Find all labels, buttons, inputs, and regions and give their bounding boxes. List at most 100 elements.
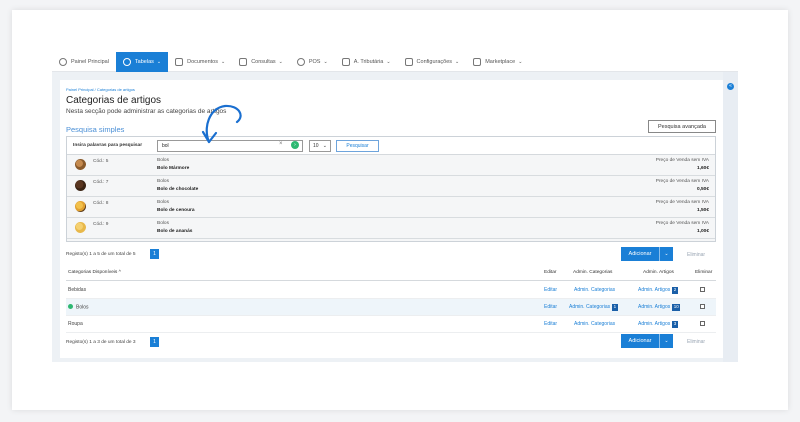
result-price-label: Preço de Venda sem IVA bbox=[655, 158, 709, 163]
result-category: Bolos bbox=[157, 179, 169, 184]
cake-thumbnail bbox=[75, 201, 86, 212]
advanced-search-button[interactable]: Pesquisa avançada bbox=[648, 120, 716, 133]
search-result[interactable]: Cód.: 9 Bolos Bolo de ananás Preço de Ve… bbox=[67, 218, 715, 239]
result-price-label: Preço de Venda sem IVA bbox=[655, 200, 709, 205]
go-arrow-icon[interactable]: › bbox=[291, 141, 299, 149]
nav-label: Documentos bbox=[187, 58, 218, 65]
breadcrumb[interactable]: Painel Principal / Categorias de artigos bbox=[66, 87, 135, 92]
admin-categories-link[interactable]: Admin. Categorias bbox=[574, 321, 615, 327]
count-badge: 10 bbox=[672, 304, 681, 311]
results-count-select[interactable]: 10 ⌄ bbox=[309, 140, 331, 152]
edit-link[interactable]: Editar bbox=[544, 321, 557, 327]
search-button[interactable]: Pesquisar bbox=[336, 140, 379, 152]
search-label: Insira palavras para pesquisar bbox=[73, 143, 143, 148]
result-name: Bolo de ananás bbox=[157, 229, 193, 234]
cake-thumbnail bbox=[75, 159, 86, 170]
admin-categories-link[interactable]: Admin. Categorias bbox=[574, 287, 615, 293]
annotation-arrow-icon bbox=[201, 104, 242, 144]
delete-checkbox[interactable] bbox=[700, 321, 705, 326]
sliders-icon bbox=[404, 57, 413, 66]
admin-articles-label: Admin. Artigos bbox=[638, 321, 671, 327]
column-header-admin-articles: Admin. Artigos bbox=[643, 270, 674, 275]
result-code: Cód.: 9 bbox=[93, 222, 109, 227]
result-price: 0,50€ bbox=[696, 187, 709, 192]
result-code: Cód.: 8 bbox=[93, 201, 109, 206]
count-badge: 2 bbox=[672, 287, 678, 294]
users-icon bbox=[122, 57, 131, 66]
delete-checkbox[interactable] bbox=[700, 304, 705, 309]
records-info-top: Registo(s) 1 a 5 de um total de 5 bbox=[66, 252, 136, 257]
nav-a-tributaria[interactable]: A. Tributária ⌄ bbox=[335, 52, 398, 72]
result-name: Bolo Mármore bbox=[157, 166, 190, 171]
nav-pos[interactable]: POS ⌄ bbox=[290, 52, 335, 72]
delete-button[interactable]: Eliminar bbox=[687, 252, 705, 258]
divider bbox=[66, 280, 716, 281]
result-name: Bolo de chocolate bbox=[157, 187, 199, 192]
results-count-value: 10 bbox=[313, 143, 319, 149]
nav-tabelas[interactable]: Tabelas ⌄ bbox=[115, 51, 169, 72]
network-icon bbox=[341, 57, 350, 66]
nav-documentos[interactable]: Documentos ⌄ bbox=[168, 52, 232, 72]
column-header-delete: Eliminar bbox=[695, 270, 713, 275]
admin-articles-link[interactable]: Admin. Artigos 2 bbox=[638, 287, 678, 294]
admin-articles-link[interactable]: Admin. Artigos 3 bbox=[638, 321, 678, 328]
page-button[interactable]: 1 bbox=[150, 337, 159, 347]
search-box: Insira palavras para pesquisar bol × › 1… bbox=[66, 136, 716, 242]
page-button[interactable]: 1 bbox=[150, 249, 159, 259]
main-navbar: Painel Principal Tabelas ⌄ Documentos ⌄ … bbox=[52, 51, 738, 72]
page-title: Categorias de artigos bbox=[66, 95, 162, 106]
add-button-label: Adicionar bbox=[628, 338, 652, 344]
table-row[interactable]: Roupa Editar Admin. Categorias Admin. Ar… bbox=[66, 316, 716, 333]
nav-marketplace[interactable]: Marketplace ⌄ bbox=[466, 52, 529, 72]
cake-thumbnail bbox=[75, 222, 86, 233]
delete-button[interactable]: Eliminar bbox=[687, 339, 705, 345]
nav-label: POS bbox=[308, 58, 321, 65]
category-name: Bolos bbox=[76, 304, 89, 311]
column-header-category[interactable]: Categorias Disponíveis ^ bbox=[68, 270, 121, 275]
result-category: Bolos bbox=[157, 158, 169, 163]
nav-label: Consultas bbox=[251, 58, 276, 65]
nav-painel-principal[interactable]: Painel Principal bbox=[52, 52, 116, 72]
nav-label: A. Tributária bbox=[353, 58, 384, 65]
expand-icon[interactable] bbox=[68, 304, 73, 309]
result-price-label: Preço de Venda sem IVA bbox=[655, 179, 709, 184]
chevron-down-icon: ⌄ bbox=[386, 58, 391, 65]
delete-checkbox[interactable] bbox=[700, 287, 705, 292]
search-result[interactable]: Cód.: 7 Bolos Bolo de chocolate Preço de… bbox=[67, 176, 715, 197]
table-row[interactable]: Bolos Editar Admin. Categorias 1 Admin. A… bbox=[66, 299, 716, 316]
chevron-down-icon[interactable]: ⌄ bbox=[660, 251, 673, 257]
add-button[interactable]: Adicionar ⌄ bbox=[621, 247, 673, 261]
result-category: Bolos bbox=[157, 200, 169, 205]
table-row[interactable]: Bebidas Editar Admin. Categorias Admin. … bbox=[66, 282, 716, 299]
chevron-down-icon[interactable]: ⌄ bbox=[660, 338, 673, 344]
result-price-label: Preço de Venda sem IVA bbox=[655, 221, 709, 226]
nav-configuracoes[interactable]: Configurações ⌄ bbox=[398, 52, 467, 72]
chevron-down-icon: ⌄ bbox=[323, 58, 328, 65]
clear-icon[interactable]: × bbox=[279, 141, 283, 147]
chevron-down-icon: ⌄ bbox=[156, 58, 162, 65]
result-name: Bolo de cenoura bbox=[157, 208, 195, 213]
admin-categories-link[interactable]: Admin. Categorias 1 bbox=[569, 304, 618, 311]
cake-thumbnail bbox=[75, 180, 86, 191]
grid-icon bbox=[473, 57, 482, 66]
search-result[interactable]: Cód.: 8 Bolos Bolo de cenoura Preço de V… bbox=[67, 197, 715, 218]
clock-icon bbox=[59, 57, 67, 66]
simple-search-title[interactable]: Pesquisa simples bbox=[66, 125, 124, 134]
bar-chart-icon bbox=[239, 57, 248, 66]
edit-link[interactable]: Editar bbox=[544, 304, 557, 310]
admin-articles-link[interactable]: Admin. Artigos 10 bbox=[638, 304, 681, 311]
right-rail: « bbox=[723, 72, 738, 362]
count-badge: 3 bbox=[672, 321, 678, 328]
search-result[interactable]: Cód.: 5 Bolos Bolo Mármore Preço de Vend… bbox=[67, 155, 715, 176]
add-button[interactable]: Adicionar ⌄ bbox=[621, 334, 673, 348]
column-header-admin-categories: Admin. Categorias bbox=[573, 270, 613, 275]
nav-consultas[interactable]: Consultas ⌄ bbox=[232, 52, 290, 72]
admin-categories-label: Admin. Categorias bbox=[569, 304, 611, 310]
rail-toggle-icon[interactable]: « bbox=[727, 83, 734, 90]
nav-label: Marketplace bbox=[485, 58, 516, 65]
edit-link[interactable]: Editar bbox=[544, 287, 557, 293]
column-header-edit: Editar bbox=[544, 270, 557, 275]
records-info-bottom: Registo(s) 1 a 3 de um total de 3 bbox=[66, 340, 136, 345]
result-price: 1,00€ bbox=[696, 229, 709, 234]
category-name-cell: Bolos bbox=[68, 304, 89, 311]
